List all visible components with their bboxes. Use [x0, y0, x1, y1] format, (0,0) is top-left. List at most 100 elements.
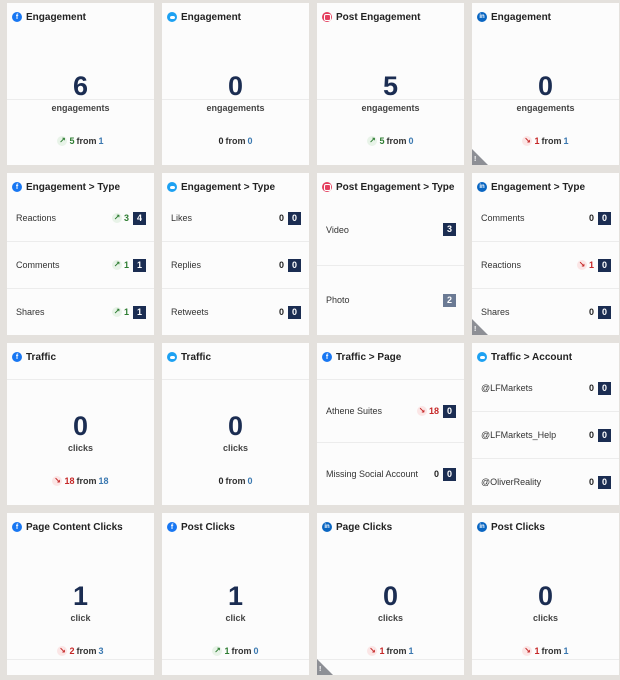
list-item[interactable]: @OliverReality 0 0 — [472, 458, 619, 505]
metric-change: ↘ 18 from 18 — [7, 476, 154, 486]
row-label: Video — [326, 224, 349, 235]
list-item[interactable]: Shares ↗ 1 1 — [7, 288, 154, 335]
change-value: 0 — [218, 476, 224, 486]
fb-traffic-card[interactable]: f Traffic 0 clicks ↘ 18 from 18 — [7, 343, 154, 505]
li-engagement-card[interactable]: in Engagement 0 engagements ↘ 1 from 1 ! — [472, 3, 619, 165]
row-delta: ↗ 3 — [111, 213, 129, 223]
metric-unit: click — [70, 613, 91, 623]
metric-change: ↘ 1 from 1 — [472, 646, 619, 656]
linkedin-icon: in — [477, 12, 487, 22]
list-item[interactable]: Replies 0 0 — [162, 241, 309, 288]
metric-change: ↘ 1 from 1 — [317, 646, 464, 656]
value-badge: 1 — [133, 305, 146, 319]
tw-traffic-card[interactable]: Traffic 0 clicks 0 from 0 — [162, 343, 309, 505]
metric-unit: clicks — [532, 613, 559, 623]
fb-engagement-card[interactable]: f Engagement 6 engagements ↗ 5 from 1 — [7, 3, 154, 165]
value-badge: 0 — [443, 467, 456, 481]
fb-traffic-page-card[interactable]: f Traffic > Page Athene Suites ↘ 18 0 Miss… — [317, 343, 464, 505]
li-engagement-type-card[interactable]: in Engagement > Type Comments 0 0 Reactio… — [472, 173, 619, 335]
warning-glyph: ! — [474, 156, 477, 163]
metric-unit: clicks — [377, 613, 404, 623]
change-value: 1 — [224, 646, 230, 656]
metric-unit: engagements — [206, 103, 265, 113]
tw-traffic-account-card[interactable]: Traffic > Account @LFMarkets 0 0 @LFMark… — [472, 343, 619, 505]
li-page-clicks-card[interactable]: in Page Clicks 0 clicks ↘ 1 from 1 ! — [317, 513, 464, 675]
row-delta: 0 — [278, 260, 284, 270]
instagram-icon — [322, 12, 332, 22]
row-delta: 0 — [588, 477, 594, 487]
previous-value: 18 — [98, 476, 109, 486]
trend-down-icon: ↘ — [522, 136, 533, 146]
metric-change: ↗ 5 from 1 — [7, 136, 154, 146]
card-title: Traffic > Account — [491, 351, 573, 363]
list-item[interactable]: Missing Social Account 0 0 — [317, 442, 464, 505]
row-delta: 0 — [278, 213, 284, 223]
trend-down-icon: ↘ — [367, 646, 378, 656]
facebook-icon: f — [12, 352, 22, 362]
row-delta: ↘ 18 — [416, 406, 439, 416]
delta-value: 1 — [588, 260, 594, 270]
fb-page-content-clicks-card[interactable]: f Page Content Clicks 1 click ↘ 2 from 3 — [7, 513, 154, 675]
row-label: @OliverReality — [481, 477, 542, 487]
tw-engagement-type-card[interactable]: Engagement > Type Likes 0 0 Replies 0 0 … — [162, 173, 309, 335]
card-title: Post Clicks — [181, 521, 235, 533]
tw-engagement-card[interactable]: Engagement 0 engagements 0 from 0 — [162, 3, 309, 165]
warning-icon[interactable]: ! — [317, 659, 333, 675]
list-item[interactable]: Reactions ↗ 3 4 — [7, 195, 154, 241]
change-value: 5 — [379, 136, 385, 146]
row-label: Comments — [16, 260, 60, 270]
trend-down-icon: ↘ — [576, 260, 587, 270]
row-label: @LFMarkets — [481, 383, 533, 393]
from-label: from — [231, 646, 252, 656]
ig-post-engagement-card[interactable]: Post Engagement 5 engagements ↗ 5 from 0 — [317, 3, 464, 165]
list-item[interactable]: Comments 0 0 — [472, 195, 619, 241]
list-item[interactable]: @LFMarkets 0 0 — [472, 365, 619, 411]
list-item[interactable]: Athene Suites ↘ 18 0 — [317, 379, 464, 442]
list-item[interactable]: @LFMarkets_Help 0 0 — [472, 411, 619, 458]
warning-icon[interactable]: ! — [472, 319, 488, 335]
previous-value: 0 — [253, 646, 259, 656]
list-item[interactable]: Reactions ↘ 1 0 — [472, 241, 619, 288]
ig-post-engagement-type-card[interactable]: Post Engagement > Type Video 3 Photo 2 — [317, 173, 464, 335]
card-title: Traffic — [181, 351, 212, 363]
metric-unit: engagements — [361, 103, 420, 113]
fb-engagement-type-card[interactable]: f Engagement > Type Reactions ↗ 3 4 Commen… — [7, 173, 154, 335]
list-item[interactable]: Shares 0 0 — [472, 288, 619, 335]
warning-glyph: ! — [319, 666, 322, 673]
fb-post-clicks-card[interactable]: f Post Clicks 1 click ↗ 1 from 0 — [162, 513, 309, 675]
facebook-icon: f — [167, 522, 177, 532]
trend-down-icon: ↘ — [57, 646, 68, 656]
card-title: Engagement > Type — [26, 181, 121, 193]
row-delta: 0 — [433, 469, 439, 479]
change-value: 1 — [534, 646, 540, 656]
divider — [7, 379, 154, 380]
row-label: Replies — [171, 260, 202, 270]
from-label: from — [225, 476, 246, 486]
list-item[interactable]: Video 3 — [317, 195, 464, 265]
value-badge: 2 — [443, 293, 456, 307]
facebook-icon: f — [322, 352, 332, 362]
facebook-icon: f — [12, 522, 22, 532]
trend-up-icon: ↗ — [111, 307, 122, 317]
card-title: Post Clicks — [491, 521, 545, 533]
dashboard-grid: f Engagement 6 engagements ↗ 5 from 1 Eng… — [7, 3, 619, 675]
row-label: Photo — [326, 295, 350, 306]
list-item[interactable]: Retweets 0 0 — [162, 288, 309, 335]
from-label: from — [76, 646, 97, 656]
twitter-icon — [167, 182, 177, 192]
change-value: 18 — [64, 476, 75, 486]
delta-value: 3 — [123, 213, 129, 223]
li-post-clicks-card[interactable]: in Post Clicks 0 clicks ↘ 1 from 1 — [472, 513, 619, 675]
value-badge: 0 — [598, 305, 611, 319]
twitter-icon — [167, 12, 177, 22]
row-delta: ↗ 1 — [111, 307, 129, 317]
previous-value: 1 — [563, 136, 569, 146]
list-item[interactable]: Comments ↗ 1 1 — [7, 241, 154, 288]
value-badge: 0 — [598, 475, 611, 489]
trend-up-icon: ↗ — [57, 136, 68, 146]
warning-icon[interactable]: ! — [472, 149, 488, 165]
list-item[interactable]: Photo 2 — [317, 264, 464, 336]
metric-change: 0 from 0 — [162, 476, 309, 486]
list-item[interactable]: Likes 0 0 — [162, 195, 309, 241]
trend-down-icon: ↘ — [416, 406, 427, 416]
